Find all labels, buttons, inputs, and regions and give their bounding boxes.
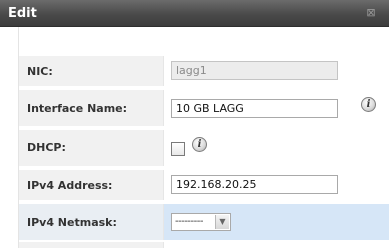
edit-dialog: Edit ⊠ NIC: lagg1 Interface Name: 10 GB …: [0, 0, 389, 248]
nic-field: lagg1: [171, 61, 338, 80]
dialog-title: Edit: [8, 6, 37, 21]
row-separator: [19, 86, 389, 88]
nic-label: NIC:: [27, 65, 53, 78]
close-icon[interactable]: ⊠: [364, 6, 378, 20]
info-icon[interactable]: i: [192, 137, 207, 152]
ipv4-netmask-label: IPv4 Netmask:: [27, 216, 117, 229]
label-cell: IPv4 Address:: [19, 170, 164, 202]
row-separator: [19, 166, 389, 168]
next-row: [19, 242, 389, 248]
ipv4-netmask-select[interactable]: --------- ▼: [171, 213, 231, 231]
interface-name-label: Interface Name:: [27, 102, 128, 115]
ipv4-address-field[interactable]: 192.168.20.25: [171, 175, 338, 194]
label-cell: Interface Name:: [19, 90, 164, 128]
row-separator: [19, 126, 389, 128]
dhcp-label: DHCP:: [27, 141, 66, 154]
row-separator: [19, 200, 389, 202]
ipv4-address-label: IPv4 Address:: [27, 179, 113, 192]
interface-name-field[interactable]: 10 GB LAGG: [171, 99, 338, 118]
info-icon[interactable]: i: [361, 97, 376, 112]
label-cell: NIC:: [19, 56, 164, 88]
label-cell: DHCP:: [19, 130, 164, 168]
chevron-down-icon[interactable]: ▼: [215, 215, 229, 229]
label-cell: IPv4 Netmask:: [19, 204, 164, 240]
dialog-titlebar[interactable]: Edit ⊠: [0, 0, 389, 27]
dhcp-checkbox[interactable]: [171, 142, 185, 156]
netmask-selected-value: ---------: [175, 216, 203, 227]
label-cell: [19, 242, 164, 248]
